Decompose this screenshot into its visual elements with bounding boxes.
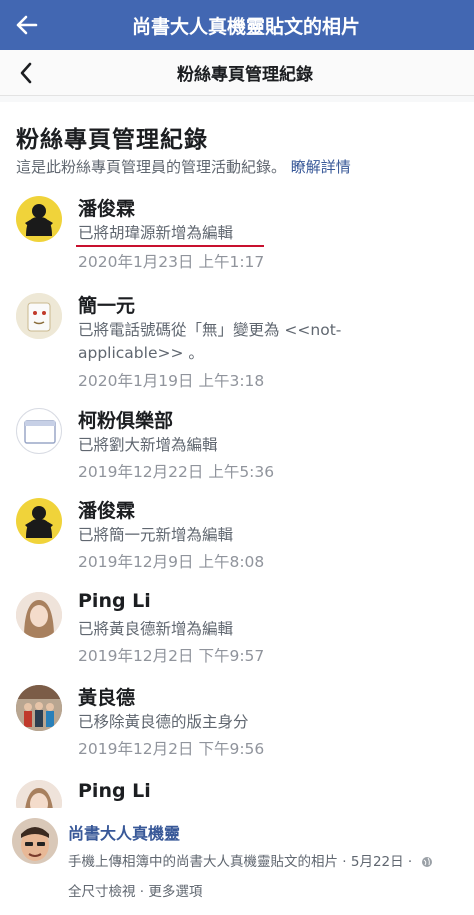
photo-viewer-header: 尚書大人真機靈貼文的相片 [0, 0, 474, 50]
entry-name: Ping Li [78, 780, 151, 802]
entry-action: 已移除黃良德的版主身分 [78, 713, 249, 731]
entry-name: 柯粉俱樂部 [78, 410, 174, 432]
avatar [16, 498, 62, 544]
avatar [16, 196, 62, 242]
avatar [16, 592, 62, 638]
post-meta: 手機上傳相簿中的尚書大人真機靈貼文的相片 · 5月22日 · [68, 850, 433, 870]
back-arrow-icon [16, 15, 38, 35]
entry-time: 2019年12月2日 下午9:57 [78, 647, 265, 665]
poster-avatar[interactable] [12, 818, 58, 864]
group-avatar-icon [24, 420, 56, 444]
avatar [16, 685, 62, 731]
screenshot-header-title: 粉絲專頁管理紀錄 [177, 65, 313, 85]
entry-name: Ping Li [78, 590, 151, 612]
entry-time: 2019年12月9日 上午8:08 [78, 553, 265, 571]
entry-name: 潘俊霖 [78, 500, 136, 522]
photo-content: 粉絲專頁管理紀錄 粉絲專頁管理紀錄 這是此粉絲專頁管理員的管理活動紀錄。 瞭解詳… [0, 50, 474, 808]
highlight-underline [76, 245, 264, 247]
profile-photo-icon [12, 818, 58, 864]
entry-name: 潘俊霖 [78, 198, 136, 220]
screenshot-back-button [12, 58, 40, 88]
page-title: 粉絲專頁管理紀錄 [16, 127, 208, 153]
learn-more-link: 瞭解詳情 [290, 158, 351, 176]
globe-icon [421, 857, 432, 867]
group-photo-icon [16, 685, 62, 731]
profile-photo-icon [16, 780, 62, 808]
entry-time: 2020年1月23日 上午1:17 [78, 253, 265, 271]
avatar [16, 780, 62, 808]
back-button[interactable] [10, 8, 44, 42]
entry-name: 黃良德 [78, 687, 136, 709]
post-footer: 尚書大人真機靈 手機上傳相簿中的尚書大人真機靈貼文的相片 · 5月22日 · 全… [0, 808, 474, 915]
entry-action: 已將黃良德新增為編輯 [78, 620, 234, 638]
entry-time: 2020年1月19日 上午3:18 [78, 372, 265, 390]
silhouette-avatar-icon [25, 506, 53, 538]
entry-action: 已將電話號碼從「無」變更為 <<not-applicable>> 。 [78, 321, 342, 362]
entry-action: 已將胡瑋源新增為編輯 [78, 224, 234, 242]
entry-action: 已將簡一元新增為編輯 [78, 526, 234, 544]
avatar [16, 293, 62, 339]
photo-viewer-title: 尚書大人真機靈貼文的相片 [131, 15, 360, 38]
entry-name: 簡一元 [78, 295, 136, 317]
silhouette-avatar-icon [25, 204, 53, 236]
poster-name-link[interactable]: 尚書大人真機靈 [68, 820, 180, 844]
page-description: 這是此粉絲專頁管理員的管理活動紀錄。 瞭解詳情 [16, 158, 351, 176]
post-photo[interactable]: 粉絲專頁管理紀錄 粉絲專頁管理紀錄 這是此粉絲專頁管理員的管理活動紀錄。 瞭解詳… [0, 50, 474, 808]
manager-log: 粉絲專頁管理紀錄 這是此粉絲專頁管理員的管理活動紀錄。 瞭解詳情 潘俊霖 已將胡… [0, 102, 474, 808]
post-actions-links[interactable]: 全尺寸檢視 · 更多選項 [68, 880, 202, 900]
entry-time: 2019年12月22日 上午5:36 [78, 463, 275, 481]
entry-action: 已將劉大新增為編輯 [78, 436, 218, 454]
avatar [16, 408, 62, 454]
screenshot-header: 粉絲專頁管理紀錄 [0, 50, 474, 96]
profile-photo-icon [16, 592, 62, 638]
entry-time: 2019年12月2日 下午9:56 [78, 740, 265, 758]
chevron-left-icon [20, 62, 32, 84]
cartoon-avatar-icon [16, 293, 62, 339]
